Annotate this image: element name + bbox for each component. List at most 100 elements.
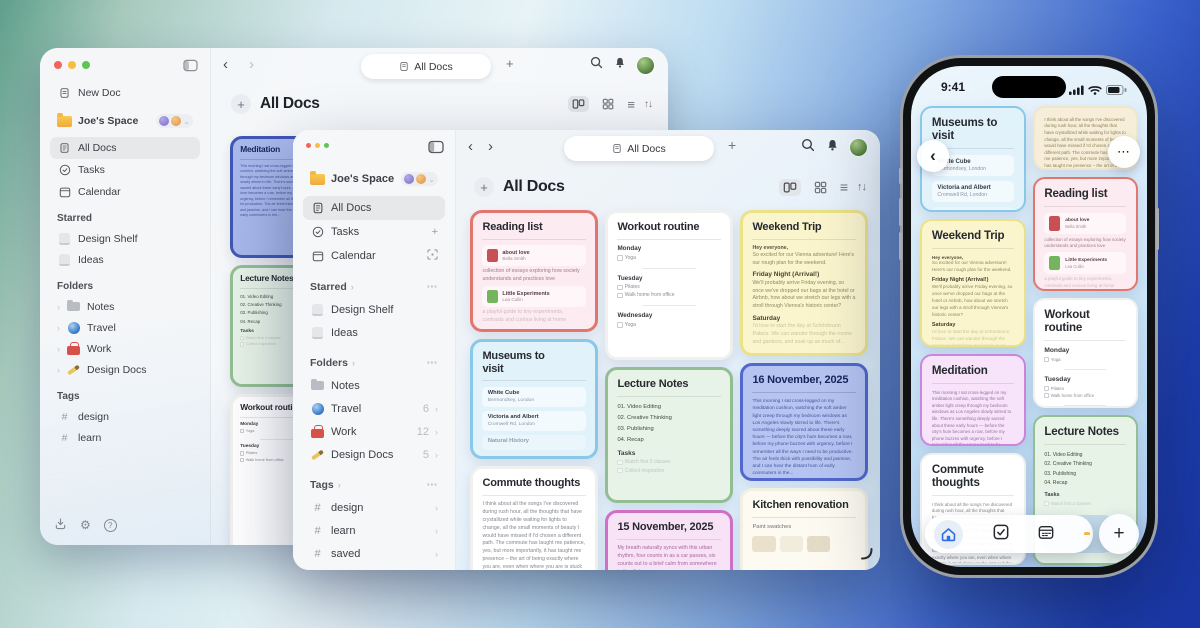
sidebar-item-tag-learn[interactable]: # learn <box>50 427 200 448</box>
paint-swatch[interactable] <box>780 536 803 552</box>
nav-forward-icon[interactable]: › <box>249 57 254 72</box>
sidebar-toggle-icon[interactable] <box>428 140 444 157</box>
card-kitchen[interactable]: Kitchen renovation Paint swatches <box>740 488 868 570</box>
nav-forward-icon[interactable]: › <box>488 139 493 154</box>
user-avatar[interactable] <box>850 139 867 156</box>
board-view-icon[interactable] <box>779 179 801 196</box>
checkbox[interactable] <box>240 429 244 433</box>
search-icon[interactable] <box>801 138 815 157</box>
user-avatar[interactable] <box>637 57 654 74</box>
doc-tab[interactable]: All Docs <box>361 54 491 79</box>
disclosure-icon[interactable]: › <box>57 365 60 375</box>
more-icon[interactable]: ⋯ <box>427 357 439 369</box>
nav-back-icon[interactable]: ‹ <box>468 139 473 154</box>
board-view-icon[interactable] <box>568 96 589 112</box>
checkbox[interactable] <box>617 255 623 261</box>
museum-row[interactable]: Natural History <box>932 207 1014 212</box>
new-doc-button[interactable]: + <box>1099 514 1139 554</box>
sidebar-item-notes[interactable]: › Notes <box>50 296 200 317</box>
task-row[interactable]: Watch first 3 classes <box>1044 500 1126 507</box>
sidebar-item-travel[interactable]: › Travel <box>50 317 200 338</box>
task-row[interactable]: Pilates <box>1044 385 1126 392</box>
sort-icon[interactable]: ↑↓ <box>644 99 652 110</box>
close-button[interactable] <box>306 143 311 148</box>
checkbox[interactable] <box>1044 393 1049 398</box>
minimize-button[interactable] <box>315 143 320 148</box>
task-row[interactable]: Watch first 3 classes <box>617 458 720 466</box>
card-commute[interactable]: Commute thoughts I think about all the s… <box>470 466 598 570</box>
nav-back-icon[interactable]: ‹ <box>223 57 228 72</box>
card-museums[interactable]: Museums to visit White Cube Bermondsey, … <box>470 339 598 459</box>
calendar-tab[interactable] <box>1038 524 1054 545</box>
sidebar-item-calendar[interactable]: Calendar <box>303 244 445 268</box>
collaborator-badges[interactable]: ⌄ <box>156 114 193 128</box>
task-row[interactable]: Yoga <box>1044 356 1126 363</box>
task-row[interactable]: Walk home from office <box>1044 392 1126 399</box>
book-row[interactable]: about love Bella Smith <box>1044 213 1126 235</box>
sidebar-item-work[interactable]: Work 12 › <box>303 420 445 443</box>
task-row[interactable]: Pilates <box>617 283 720 291</box>
zoom-button[interactable] <box>82 61 90 69</box>
zoom-button[interactable] <box>324 143 329 148</box>
paint-swatch[interactable] <box>807 536 830 552</box>
card-workout[interactable]: Workout routine Monday Yoga Tuesday Pila… <box>1033 298 1139 408</box>
disclosure-icon[interactable]: › <box>57 302 60 312</box>
sidebar-item-tag-design[interactable]: # design › <box>303 496 445 519</box>
task-row[interactable]: Walk home from office <box>617 291 720 299</box>
sidebar-item-design-shelf[interactable]: Design Shelf <box>303 298 445 321</box>
sidebar-item-design-shelf[interactable]: Design Shelf <box>50 228 200 249</box>
collaborator-badges[interactable]: ⌄ <box>401 172 438 186</box>
sidebar-item-calendar[interactable]: Calendar <box>50 181 200 203</box>
checkbox[interactable] <box>617 322 623 328</box>
museum-row[interactable]: Victoria and Albert Cromwell Rd, London <box>482 411 585 431</box>
sidebar-item-work[interactable]: › Work <box>50 338 200 359</box>
card-meditation[interactable]: Meditation This morning I sat cross-legg… <box>920 354 1026 446</box>
sidebar-item-travel[interactable]: Travel 6 › <box>303 397 445 420</box>
settings-gear-icon[interactable]: ⚙ <box>80 518 91 532</box>
checkbox[interactable] <box>1044 357 1049 362</box>
task-row[interactable]: Collect inspiration <box>617 467 720 475</box>
book-row[interactable]: about love Bella Smith <box>482 245 585 266</box>
tasks-tab[interactable] <box>993 524 1009 545</box>
space-switcher[interactable]: Joe's Space ⌄ <box>50 108 200 134</box>
new-doc-button[interactable]: New Doc <box>50 82 200 104</box>
card-weekend-trip[interactable]: Weekend Trip Hey everyone, So excited fo… <box>740 210 868 356</box>
sidebar-item-tag-learn[interactable]: # learn › <box>303 519 445 542</box>
sidebar-item-tag-saved[interactable]: # saved › <box>303 542 445 565</box>
card-nov15[interactable]: 15 November, 2025 My breath naturally sy… <box>605 510 733 570</box>
sidebar-item-notes[interactable]: Notes <box>303 374 445 397</box>
sidebar-item-tag-design[interactable]: # design <box>50 406 200 427</box>
checkbox[interactable] <box>240 451 244 455</box>
starred-section-header[interactable]: Starred <box>57 213 193 224</box>
resize-handle[interactable] <box>859 546 874 566</box>
checkbox[interactable] <box>617 285 623 291</box>
card-nov16[interactable]: 16 November, 2025 This morning I sat cro… <box>740 363 868 481</box>
starred-section-header[interactable]: Starred › ⋯ <box>310 281 438 293</box>
museum-row[interactable]: Natural History <box>482 435 585 450</box>
book-row[interactable]: Little Experiments Lea Cullin <box>1044 252 1126 274</box>
checkbox[interactable] <box>1044 386 1049 391</box>
grid-view-icon[interactable] <box>598 96 618 112</box>
sidebar-item-design-docs[interactable]: Design Docs 5 › <box>303 443 445 466</box>
sidebar-item-all-docs[interactable]: All Docs <box>50 137 200 159</box>
back-button[interactable]: ‹ <box>917 140 949 172</box>
more-icon[interactable]: ⋯ <box>427 281 439 293</box>
folders-section-header[interactable]: Folders <box>57 281 193 292</box>
task-row[interactable]: Yoga <box>617 254 720 262</box>
sidebar-toggle-icon[interactable] <box>183 59 198 75</box>
sidebar-item-all-docs[interactable]: All Docs <box>303 196 445 220</box>
disclosure-icon[interactable]: › <box>57 344 60 354</box>
close-button[interactable] <box>54 61 62 69</box>
new-tab-icon[interactable]: + <box>728 137 736 153</box>
book-row[interactable]: Little Experiments Lea Cullin <box>482 286 585 307</box>
card-weekend-trip[interactable]: Weekend Trip Hey everyone, So excited fo… <box>920 219 1026 347</box>
checkbox[interactable] <box>617 460 623 466</box>
sort-icon[interactable]: ↑↓ <box>857 181 866 193</box>
card-reading-list[interactable]: Reading list about love Bella Smith coll… <box>470 210 598 332</box>
add-doc-button[interactable]: + <box>231 94 251 114</box>
tags-section-header[interactable]: Tags <box>57 391 193 402</box>
help-icon[interactable]: ? <box>104 519 117 532</box>
card-reading-list[interactable]: Reading list about love Bella Smith coll… <box>1033 177 1139 291</box>
space-switcher[interactable]: Joe's Space ⌄ <box>303 166 445 192</box>
task-row[interactable]: Yoga <box>617 321 720 329</box>
